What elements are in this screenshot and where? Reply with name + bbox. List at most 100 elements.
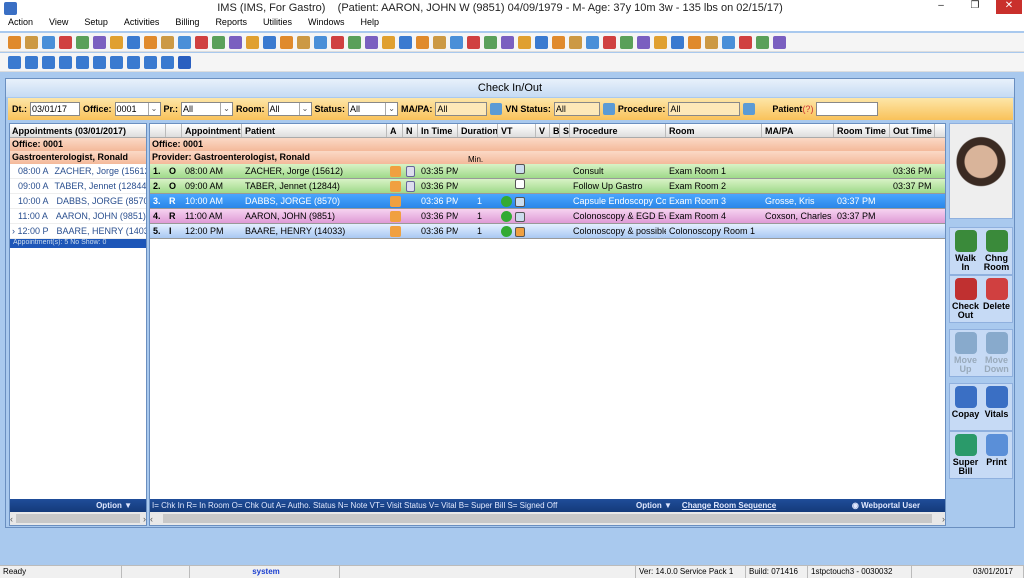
checkin-row[interactable]: 3. R 10:00 AM DABBS, JORGE (8570) 03:36 PM 1 … [150, 194, 945, 209]
toolbar-icon[interactable] [178, 35, 191, 49]
visit-status-icon[interactable] [514, 179, 525, 189]
last-record-icon[interactable] [59, 55, 72, 69]
toolbar-icon[interactable] [637, 35, 650, 49]
toolbar-icon[interactable] [739, 35, 752, 49]
column-header[interactable]: Room Time [834, 124, 890, 137]
column-header[interactable]: S [560, 124, 570, 137]
grid-horizontal-scrollbar[interactable]: ‹ › [150, 512, 945, 525]
checkin-row[interactable]: 5. I 12:00 PM BAARE, HENRY (14033) 03:36 PM 1… [150, 224, 945, 239]
menu-windows[interactable]: Windows [300, 16, 353, 31]
column-header[interactable]: VT [498, 124, 536, 137]
toolbar-icon[interactable] [314, 35, 327, 49]
toolbar-icon[interactable] [620, 35, 633, 49]
vn-picker-icon[interactable] [602, 103, 615, 115]
toolbar-icon[interactable] [246, 35, 259, 49]
column-header[interactable] [166, 124, 182, 137]
toolbar-icon[interactable] [93, 35, 106, 49]
mapa-picker-icon[interactable] [490, 103, 503, 115]
toolbar-icon[interactable] [450, 35, 463, 49]
office-select[interactable]: 0001 ⌄ [114, 102, 161, 116]
walk-in-button[interactable]: Walk In [950, 228, 981, 274]
toolbar-icon[interactable] [42, 35, 55, 49]
toolbar-icon[interactable] [59, 35, 72, 49]
vitals-button[interactable]: Vitals [981, 384, 1012, 430]
note-icon[interactable] [406, 181, 415, 192]
menu-setup[interactable]: Setup [76, 16, 116, 31]
toolbar-icon[interactable] [382, 35, 395, 49]
delete-button[interactable]: Delete [981, 276, 1012, 322]
procedure-input[interactable] [668, 102, 741, 116]
chng-room-button[interactable]: Chng Room [981, 228, 1012, 274]
status-select[interactable]: All ⌄ [348, 102, 399, 116]
toolbar-icon[interactable] [280, 35, 293, 49]
toolbar-icon[interactable] [161, 35, 174, 49]
appointment-list-item[interactable]: 10:00 A DABBS, JORGE (8570) [10, 194, 146, 209]
column-header[interactable]: Room [666, 124, 762, 137]
webportal-user-link[interactable]: ◉ Webportal User [852, 499, 920, 512]
checkin-row[interactable]: 2. O 09:00 AM TABER, Jennet (12844) 03:36 PM… [150, 179, 945, 194]
copay-button[interactable]: Copay [950, 384, 981, 430]
toolbar-icon[interactable] [127, 35, 140, 49]
toolbar-icon[interactable] [467, 35, 480, 49]
toolbar-icon[interactable] [586, 35, 599, 49]
toolbar-icon[interactable] [535, 35, 548, 49]
first-record-icon[interactable] [8, 55, 21, 69]
authorization-icon[interactable] [390, 226, 401, 237]
print-button[interactable]: Print [981, 432, 1012, 478]
appointment-list-item[interactable]: 08:00 A ZACHER, Jorge (15612) [10, 164, 146, 179]
prev-record-icon[interactable] [25, 55, 38, 69]
appointment-list-item[interactable]: 09:00 A TABER, Jennet (12844) [10, 179, 146, 194]
toolbar-icon[interactable] [76, 35, 89, 49]
settings-icon[interactable] [144, 55, 157, 69]
menu-reports[interactable]: Reports [207, 16, 255, 31]
toolbar-icon[interactable] [654, 35, 667, 49]
menu-action[interactable]: Action [0, 16, 41, 31]
visit-status-icon[interactable] [514, 227, 525, 237]
menu-activities[interactable]: Activities [116, 16, 168, 31]
dollar-icon[interactable] [110, 55, 123, 69]
provider-select[interactable]: All ⌄ [181, 102, 234, 116]
super-bill-button[interactable]: Super Bill [950, 432, 981, 478]
toolbar-icon[interactable] [569, 35, 582, 49]
appointment-list-item[interactable]: 11:00 A AARON, JOHN (9851) [10, 209, 146, 224]
menu-view[interactable]: View [41, 16, 76, 31]
note-icon[interactable] [406, 166, 415, 177]
authorization-icon[interactable] [390, 211, 401, 222]
toolbar-icon[interactable] [671, 35, 684, 49]
toolbar-icon[interactable] [195, 35, 208, 49]
toolbar-icon[interactable] [416, 35, 429, 49]
grid-option-button[interactable]: Option ▼ [636, 499, 672, 512]
refresh-icon[interactable] [93, 55, 106, 69]
visit-status-icon[interactable] [514, 197, 525, 207]
mapa-input[interactable] [435, 102, 488, 116]
left-horizontal-scrollbar[interactable]: ‹ › [10, 512, 146, 525]
menu-utilities[interactable]: Utilities [255, 16, 300, 31]
close-button[interactable]: ✕ [996, 0, 1022, 14]
toolbar-icon[interactable] [722, 35, 735, 49]
toolbar-icon[interactable] [25, 35, 38, 49]
toolbar-icon[interactable] [229, 35, 242, 49]
change-room-sequence-link[interactable]: Change Room Sequence [682, 499, 852, 512]
sort-icon[interactable] [76, 55, 89, 69]
restore-button[interactable]: ❐ [964, 0, 986, 14]
toolbar-icon[interactable] [297, 35, 310, 49]
column-header[interactable]: A [387, 124, 403, 137]
minimize-button[interactable]: – [930, 0, 952, 14]
toolbar-icon[interactable] [484, 35, 497, 49]
visit-status-icon[interactable] [514, 164, 525, 174]
date-input[interactable] [30, 102, 80, 116]
authorization-icon[interactable] [390, 181, 401, 192]
authorization-icon[interactable] [390, 196, 401, 207]
toolbar-icon[interactable] [688, 35, 701, 49]
visit-status-icon[interactable] [514, 212, 525, 222]
toolbar-icon[interactable] [773, 35, 786, 49]
toolbar-icon[interactable] [331, 35, 344, 49]
appointment-list-item[interactable]: › 12:00 PBAARE, HENRY (14033) [10, 224, 146, 239]
toolbar-icon[interactable] [552, 35, 565, 49]
toolbar-icon[interactable] [433, 35, 446, 49]
toolbar-icon[interactable] [8, 35, 21, 49]
toolbar-icon[interactable] [399, 35, 412, 49]
column-header[interactable]: MA/PA [762, 124, 834, 137]
checkin-row[interactable]: 1. O 08:00 AM ZACHER, Jorge (15612) 03:35 PM… [150, 164, 945, 179]
column-header[interactable]: In Time [418, 124, 458, 137]
